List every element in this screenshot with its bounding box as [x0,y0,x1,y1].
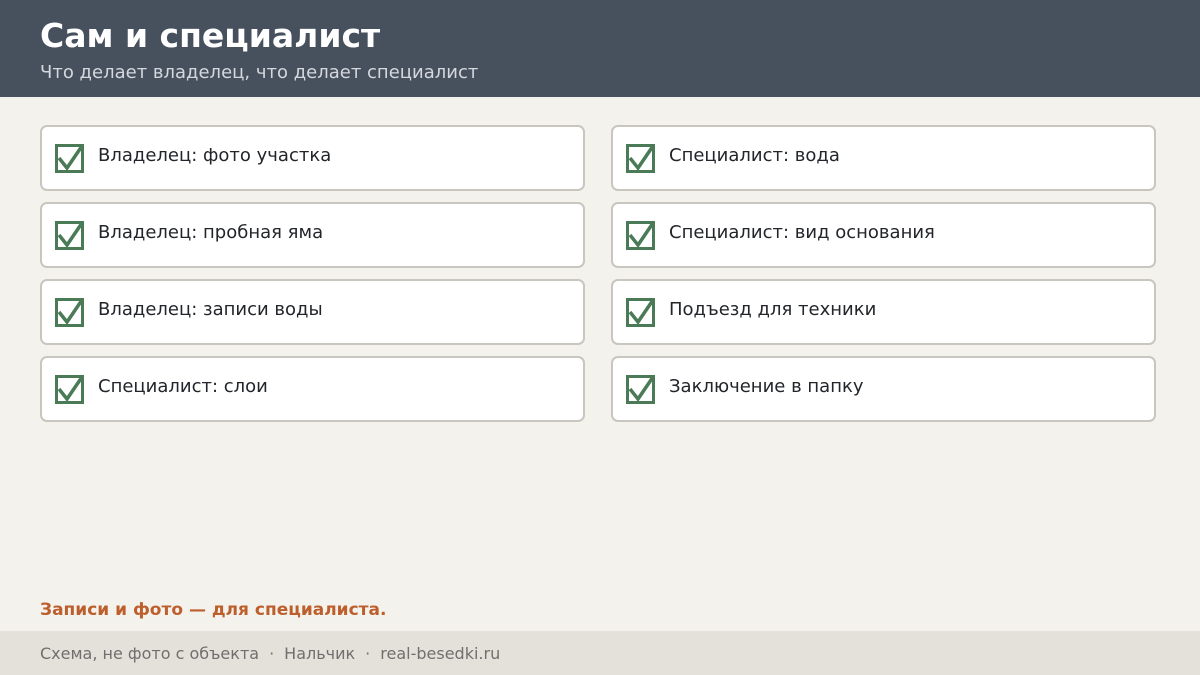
page-title: Сам и специалист [40,16,381,55]
footer-separator: · [365,643,371,663]
checklist-item: Владелец: пробная яма [40,202,585,268]
checklist-item-label: Специалист: вода [669,145,840,166]
page-subtitle: Что делает владелец, что делает специали… [40,62,479,83]
footer-caption: Схема, не фото с объекта [40,643,260,663]
checklist-item-label: Владелец: пробная яма [98,222,324,243]
checkbox-checked-icon [55,144,84,173]
checklist-item: Специалист: вид основания [611,202,1156,268]
highlight-note: Записи и фото — для специалиста. [40,600,387,620]
footer: Схема, не фото с объекта · Нальчик · rea… [0,631,1200,675]
checklist-item: Специалист: слои [40,356,585,422]
checklist-item: Специалист: вода [611,125,1156,191]
header: Сам и специалист Что делает владелец, чт… [0,0,1200,97]
checkbox-checked-icon [55,221,84,250]
checklist-item-label: Заключение в папку [669,376,864,397]
checklist-item-label: Подъезд для техники [669,299,877,320]
checklist-item: Подъезд для техники [611,279,1156,345]
checkbox-checked-icon [55,375,84,404]
checkbox-checked-icon [626,375,655,404]
checklist-item-label: Специалист: слои [98,376,268,397]
checkbox-checked-icon [626,298,655,327]
checklist-grid: Владелец: фото участка Специалист: вода … [40,125,1156,422]
checklist-item: Заключение в папку [611,356,1156,422]
footer-separator: · [269,643,275,663]
footer-city: Нальчик [284,643,356,663]
checklist-item: Владелец: записи воды [40,279,585,345]
checklist-item-label: Владелец: записи воды [98,299,323,320]
checkbox-checked-icon [55,298,84,327]
checklist-item: Владелец: фото участка [40,125,585,191]
checklist-item-label: Владелец: фото участка [98,145,332,166]
checkbox-checked-icon [626,221,655,250]
checkbox-checked-icon [626,144,655,173]
checklist-item-label: Специалист: вид основания [669,222,935,243]
footer-site-link[interactable]: real-besedki.ru [380,644,500,663]
